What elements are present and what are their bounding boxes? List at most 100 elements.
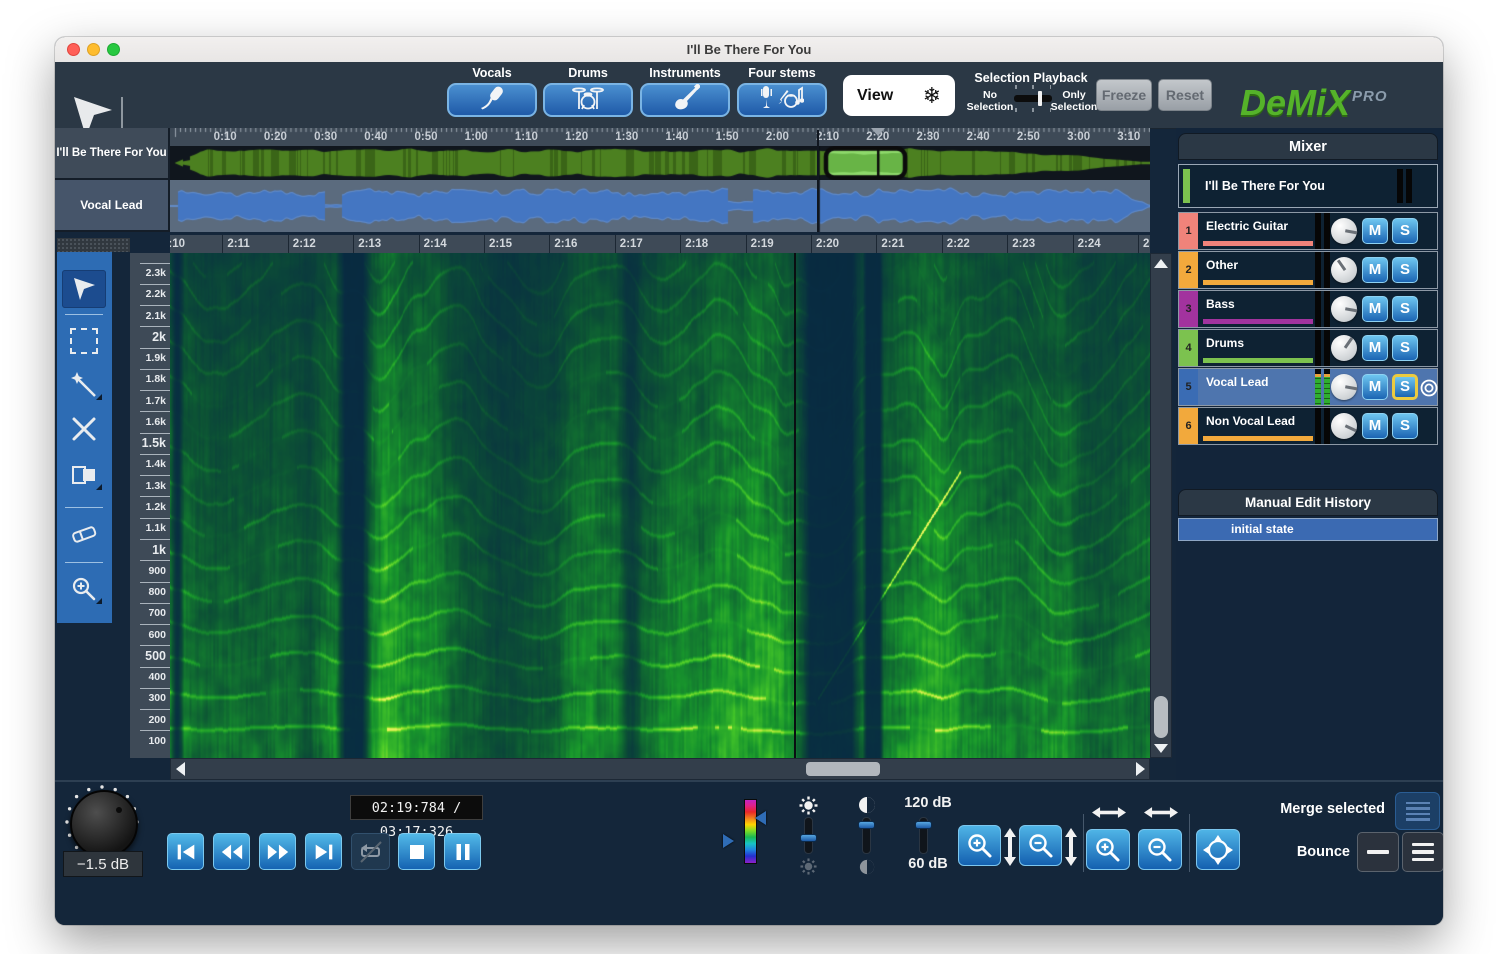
zoom-tool-button[interactable]	[62, 570, 106, 608]
fast-forward-button[interactable]	[259, 833, 296, 870]
mixer-track-row[interactable]: 6Non Vocal LeadMS	[1178, 407, 1438, 445]
level-meter	[1324, 291, 1330, 327]
compare-tool-icon	[70, 463, 98, 487]
drums-stem-button[interactable]	[543, 83, 633, 117]
colormap-upper-handle[interactable]	[755, 811, 766, 825]
rewind-button[interactable]	[213, 833, 250, 870]
mixer-track-row[interactable]: 5Vocal LeadMS	[1178, 368, 1438, 406]
cross-tool-icon	[70, 415, 98, 443]
mixer-track-row[interactable]: 1Electric GuitarMS	[1178, 212, 1438, 250]
solo-button[interactable]: S	[1392, 374, 1418, 400]
skip-to-end-button[interactable]	[305, 833, 342, 870]
mixer-track-row[interactable]: 4DrumsMS	[1178, 329, 1438, 367]
spectrogram-canvas[interactable]	[170, 253, 1150, 758]
four-stems-button[interactable]	[737, 83, 827, 117]
frequency-label: 2.1k	[146, 310, 166, 322]
track-volume-bar[interactable]	[1203, 358, 1313, 363]
horizontal-zoom-in-button[interactable]	[1086, 829, 1130, 870]
track-volume-bar[interactable]	[1203, 280, 1313, 285]
vertical-zoom-in-button[interactable]	[958, 825, 1001, 866]
cross-tool-button[interactable]	[62, 410, 106, 448]
spectrogram-time-ruler[interactable]: 2:102:112:122:132:142:152:162:172:182:19…	[170, 235, 1150, 253]
view-button-label: View	[857, 87, 893, 105]
mute-button[interactable]: M	[1362, 257, 1388, 283]
bounce-multi-button[interactable]	[1402, 832, 1443, 872]
instruments-stem-button[interactable]	[640, 83, 730, 117]
brightness-high-icon	[799, 796, 818, 815]
tool-divider	[65, 314, 103, 315]
spectrogram-ruler-label: 2:23	[1007, 235, 1035, 253]
track-number: 1	[1179, 213, 1198, 249]
horizontal-zoom-out-button[interactable]	[1138, 829, 1182, 870]
compare-tool-button[interactable]	[62, 456, 106, 494]
track-volume-bar[interactable]	[1203, 436, 1313, 441]
reset-button[interactable]: Reset	[1158, 79, 1212, 111]
stop-button[interactable]	[398, 833, 435, 870]
mixer-track-row[interactable]: 2OtherMS	[1178, 251, 1438, 289]
horizontal-scrollbar-thumb[interactable]	[806, 762, 880, 776]
db-max-label: 120 dB	[892, 795, 964, 811]
loop-button-disabled[interactable]	[351, 833, 390, 870]
colormap-gradient[interactable]	[744, 799, 757, 864]
horizontal-scrollbar[interactable]	[170, 758, 1150, 780]
bounce-single-button[interactable]	[1357, 832, 1399, 872]
master-meter	[1397, 169, 1403, 203]
selection-playback-slider-handle[interactable]	[1038, 91, 1042, 106]
panel-grip[interactable]	[57, 238, 130, 252]
pan-knob[interactable]	[1331, 257, 1357, 283]
vocals-stem-button[interactable]	[447, 83, 537, 117]
frequency-label: 300	[148, 692, 166, 704]
marquee-select-tool-button[interactable]	[62, 322, 106, 360]
spectrogram-ruler-label: 2:14	[419, 235, 447, 253]
contrast-slider-handle[interactable]	[858, 821, 875, 829]
skip-to-start-button[interactable]	[167, 833, 204, 870]
playhead-marker[interactable]	[871, 128, 885, 136]
mute-button[interactable]: M	[1362, 374, 1388, 400]
merge-selected-button[interactable]	[1395, 792, 1440, 830]
overview-time-ruler[interactable]: 0:100:200:300:400:501:001:101:201:301:40…	[170, 128, 1150, 146]
mute-button[interactable]: M	[1362, 296, 1388, 322]
pointer-tool-button[interactable]	[62, 270, 106, 308]
pause-button[interactable]	[444, 833, 481, 870]
brightness-slider-handle[interactable]	[800, 834, 817, 842]
mute-button[interactable]: M	[1362, 413, 1388, 439]
vertical-zoom-out-button[interactable]	[1019, 825, 1062, 866]
scroll-down-button[interactable]	[1151, 739, 1171, 757]
solo-button[interactable]: S	[1392, 257, 1418, 283]
frequency-label: 700	[148, 607, 166, 619]
vocal-lead-waveform[interactable]	[170, 180, 1150, 232]
vertical-scrollbar-thumb[interactable]	[1154, 696, 1168, 738]
pan-knob[interactable]	[1331, 413, 1357, 439]
track-volume-bar[interactable]	[1203, 319, 1313, 324]
colormap-lower-handle[interactable]	[723, 834, 734, 848]
tool-divider	[65, 562, 103, 563]
overview-waveform[interactable]	[170, 146, 1150, 180]
magic-wand-tool-button[interactable]	[62, 366, 106, 404]
view-button[interactable]: View ❄	[843, 75, 955, 116]
vertical-scrollbar[interactable]	[1150, 253, 1172, 758]
scroll-left-button[interactable]	[171, 759, 189, 779]
solo-button[interactable]: S	[1392, 413, 1418, 439]
mixer-track-row[interactable]: 3BassMS	[1178, 290, 1438, 328]
mute-button[interactable]: M	[1362, 335, 1388, 361]
solo-button[interactable]: S	[1392, 218, 1418, 244]
scroll-right-button[interactable]	[1131, 759, 1149, 779]
pan-knob[interactable]	[1331, 296, 1357, 322]
mixer-master-row[interactable]: I'll Be There For You	[1178, 164, 1438, 208]
pan-knob[interactable]	[1331, 335, 1357, 361]
history-item[interactable]: initial state	[1178, 518, 1438, 541]
track-volume-bar[interactable]	[1203, 241, 1313, 246]
pan-knob[interactable]	[1331, 374, 1357, 400]
solo-button[interactable]: S	[1392, 296, 1418, 322]
db-range-slider-handle[interactable]	[915, 821, 932, 829]
freeze-button[interactable]: Freeze	[1096, 79, 1152, 111]
merge-icon	[1406, 802, 1430, 805]
mute-button[interactable]: M	[1362, 218, 1388, 244]
pan-knob[interactable]	[1331, 218, 1357, 244]
scroll-up-button[interactable]	[1151, 254, 1171, 272]
solo-button[interactable]: S	[1392, 335, 1418, 361]
frequency-label: 200	[148, 714, 166, 726]
eraser-tool-button[interactable]	[62, 515, 106, 553]
master-volume-knob[interactable]	[70, 790, 138, 858]
focus-target-icon[interactable]	[1420, 379, 1438, 402]
